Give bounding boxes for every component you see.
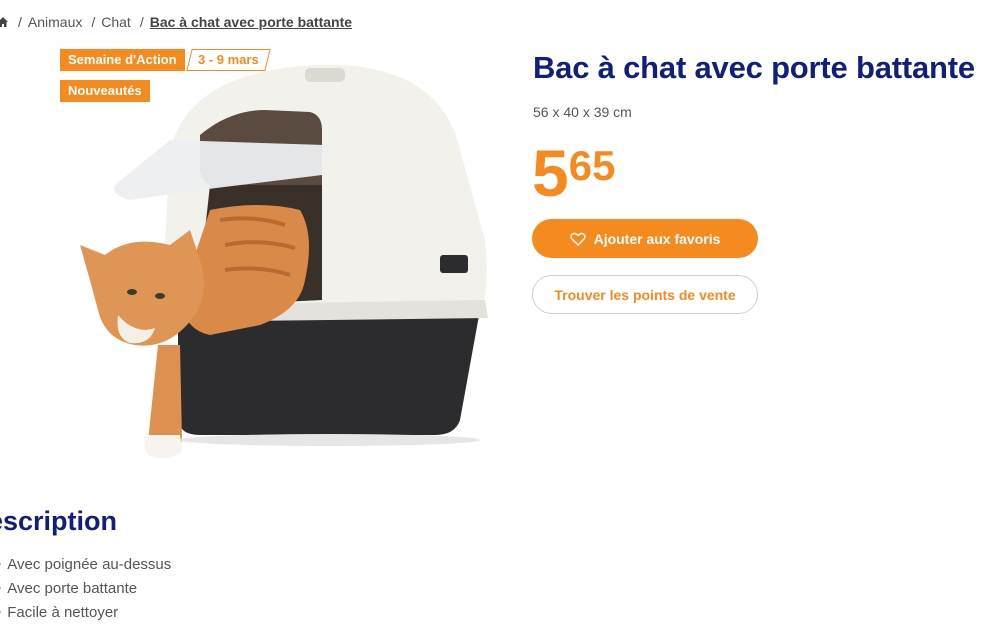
home-icon[interactable] [0, 16, 9, 28]
breadcrumb-current[interactable]: Bac à chat avec porte battante [150, 14, 352, 30]
product-dimensions: 56 x 40 x 39 cm [533, 104, 632, 120]
description-item: Avec porte battante [0, 578, 171, 602]
breadcrumb-item-animaux[interactable]: Animaux [28, 14, 82, 30]
price-decimal: 65 [568, 142, 616, 189]
description-item: Avec poignée au-dessus [0, 554, 171, 578]
find-stores-label: Trouver les points de vente [554, 286, 736, 303]
add-to-favorites-button[interactable]: Ajouter aux favoris [532, 219, 758, 258]
product-price: 565 [532, 140, 615, 206]
product-title: Bac à chat avec porte battante [533, 50, 975, 85]
description-list: Avec poignée au-dessus Avec porte battan… [0, 554, 171, 626]
price-integer: 5 [532, 136, 569, 210]
promo-badge-row: Semaine d'Action 3 - 9 mars [60, 49, 271, 71]
description-item: Facile à nettoyer [0, 602, 171, 626]
add-to-favorites-label: Ajouter aux favoris [593, 230, 721, 247]
heart-icon [569, 232, 586, 246]
promo-dates-label: 3 - 9 mars [197, 52, 259, 67]
new-badge: Nouveautés [60, 80, 150, 102]
promo-badge: Semaine d'Action [60, 49, 185, 71]
breadcrumb: / Animaux / Chat / Bac à chat avec porte… [0, 12, 352, 32]
breadcrumb-separator: / [18, 14, 22, 30]
breadcrumb-separator: / [139, 14, 144, 30]
find-stores-button[interactable]: Trouver les points de vente [532, 275, 758, 314]
product-image [80, 64, 488, 459]
description-heading: escription [0, 506, 118, 536]
breadcrumb-item-chat[interactable]: Chat [101, 14, 131, 30]
promo-dates-badge: 3 - 9 mars [185, 49, 271, 71]
breadcrumb-separator: / [91, 14, 96, 30]
